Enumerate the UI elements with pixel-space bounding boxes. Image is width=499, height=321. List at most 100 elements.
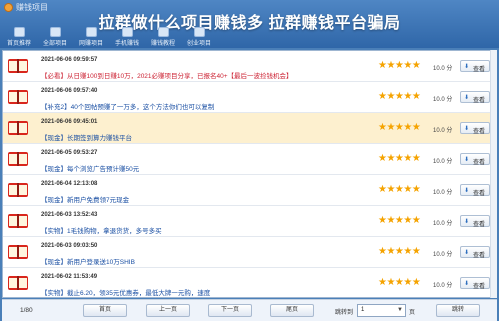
toolbar-label: 首页推荐 (6, 41, 31, 47)
item-date: 2021-06-04 12:13:08 (41, 181, 98, 187)
view-button[interactable]: ⬇ 查看 (460, 153, 490, 166)
item-title[interactable]: 【现金】长期签到算力赚钱平台 (41, 132, 132, 142)
view-button[interactable]: ⬇ 查看 (460, 215, 490, 228)
view-button-label: 查看 (473, 283, 486, 290)
toolbar-label: 全部项目 (42, 41, 67, 47)
page-select-value: 1 (361, 307, 365, 313)
toolbar-label: 赚钱教程 (150, 41, 175, 47)
toolbar: 首页推荐 全部项目 网赚项目 手机赚钱 赚钱教程 创业项目 (0, 26, 499, 48)
download-icon: ⬇ (464, 219, 470, 225)
rating-score: 10.0 分 (433, 97, 453, 103)
list-item[interactable]: 2021-06-05 09:53:27 【现金】每个浏览广告预计赚50元 ★★★… (3, 144, 496, 175)
item-date: 2021-06-06 09:45:01 (41, 119, 98, 125)
item-date: 2021-06-02 11:53:49 (41, 274, 98, 280)
toolbar-web-button[interactable]: 网赚项目 (76, 26, 106, 48)
chevron-down-icon: ▼ (397, 307, 403, 313)
book-icon (8, 214, 28, 228)
phone-icon (122, 27, 133, 37)
rating-stars: ★★★★★ (378, 277, 421, 288)
download-icon: ⬇ (464, 250, 470, 256)
item-title[interactable]: 【现金】每个浏览广告预计赚50元 (41, 163, 139, 173)
item-title[interactable]: 【现金】新用户免费领7元现金 (41, 194, 129, 204)
rating-stars: ★★★★★ (378, 184, 421, 195)
view-button-label: 查看 (473, 190, 486, 197)
page-unit: 页 (409, 310, 416, 316)
rating-stars: ★★★★★ (378, 91, 421, 102)
rating-score: 10.0 分 (433, 190, 453, 196)
prev-page-button[interactable]: 上一页 (146, 304, 190, 317)
toolbar-all-button[interactable]: 全部项目 (40, 26, 70, 48)
book-icon (8, 59, 28, 73)
next-page-button[interactable]: 下一页 (208, 304, 252, 317)
first-page-button[interactable]: 首页 (83, 304, 127, 317)
book-icon (8, 276, 28, 290)
pager: 1/80 首页 上一页 下一页 尾页 跳转到 1 ▼ 页 跳转 (2, 299, 497, 321)
page-select[interactable]: 1 ▼ (357, 304, 406, 317)
list-item[interactable]: 2021-06-06 09:45:01 【现金】长期签到算力赚钱平台 ★★★★★… (3, 113, 496, 144)
rating-stars: ★★★★★ (378, 122, 421, 133)
window-header: 赚钱项目 拉群做什么项目赚钱多 拉群赚钱平台骗局 首页推荐 全部项目 网赚项目 … (0, 0, 499, 48)
rating-score: 10.0 分 (433, 159, 453, 165)
book-icon (8, 152, 28, 166)
jump-label: 跳转到 (335, 310, 354, 316)
view-button[interactable]: ⬇ 查看 (460, 246, 490, 259)
download-icon: ⬇ (464, 281, 470, 287)
item-title[interactable]: 【现金】新用户登录送10万SHIB (41, 256, 135, 266)
book-icon (8, 90, 28, 104)
rating-stars: ★★★★★ (378, 246, 421, 257)
home-icon (14, 27, 25, 37)
list-item[interactable]: 2021-06-04 12:13:08 【现金】新用户免费领7元现金 ★★★★★… (3, 175, 496, 206)
view-button[interactable]: ⬇ 查看 (460, 277, 490, 290)
list-item[interactable]: 2021-06-06 09:59:57 【必看】从日赚100到日赚10万，202… (3, 51, 496, 82)
list-item[interactable]: 2021-06-02 11:53:49 【实物】截止6.20，领35元优惠券，最… (3, 268, 496, 297)
rating-stars: ★★★★★ (378, 153, 421, 164)
page-info: 1/80 (20, 307, 33, 314)
item-date: 2021-06-03 13:52:43 (41, 212, 98, 218)
rating-score: 10.0 分 (433, 221, 453, 227)
item-title[interactable]: 【实物】1毛钱购物，拿退货货，多号多买 (41, 225, 162, 235)
view-button-label: 查看 (473, 252, 486, 259)
toolbar-home-button[interactable]: 首页推荐 (4, 26, 34, 48)
view-button[interactable]: ⬇ 查看 (460, 122, 490, 135)
item-list: 2021-06-06 09:59:57 【必看】从日赚100到日赚10万，202… (2, 50, 497, 298)
rating-stars: ★★★★★ (378, 215, 421, 226)
download-icon: ⬇ (464, 126, 470, 132)
toolbar-tutorial-button[interactable]: 赚钱教程 (148, 26, 178, 48)
list-scrollbar[interactable] (490, 50, 497, 298)
view-button[interactable]: ⬇ 查看 (460, 60, 490, 73)
item-date: 2021-06-06 09:59:57 (41, 57, 98, 63)
list-item[interactable]: 2021-06-03 09:03:50 【现金】新用户登录送10万SHIB ★★… (3, 237, 496, 268)
list-item[interactable]: 2021-06-03 13:52:43 【实物】1毛钱购物，拿退货货，多号多买 … (3, 206, 496, 237)
globe-icon (86, 27, 97, 37)
book-icon (8, 183, 28, 197)
book-icon (158, 27, 169, 37)
item-date: 2021-06-05 09:53:27 (41, 150, 98, 156)
item-date: 2021-06-06 09:57:40 (41, 88, 98, 94)
rating-score: 10.0 分 (433, 66, 453, 72)
download-icon: ⬇ (464, 95, 470, 101)
rating-score: 10.0 分 (433, 252, 453, 258)
item-title[interactable]: 【补充2】40个回帖预赚了一万多，这个方法你们也可以复制 (41, 101, 214, 111)
toolbar-label: 网赚项目 (78, 41, 103, 47)
toolbar-startup-button[interactable]: 创业项目 (184, 26, 214, 48)
view-button[interactable]: ⬇ 查看 (460, 184, 490, 197)
item-title[interactable]: 【必看】从日赚100到日赚10万，2021必赚项目分享，已报名40+【最后一波捡… (41, 70, 293, 80)
jump-button[interactable]: 跳转 (436, 304, 480, 317)
last-page-button[interactable]: 尾页 (270, 304, 314, 317)
view-button[interactable]: ⬇ 查看 (460, 91, 490, 104)
view-button-label: 查看 (473, 159, 486, 166)
rocket-icon (194, 27, 205, 37)
rating-stars: ★★★★★ (378, 60, 421, 71)
rating-score: 10.0 分 (433, 283, 453, 289)
book-icon (8, 245, 28, 259)
toolbar-label: 创业项目 (186, 41, 211, 47)
toolbar-mobile-button[interactable]: 手机赚钱 (112, 26, 142, 48)
item-title[interactable]: 【实物】截止6.20，领35元优惠券，最低大牌一元购，速度 (41, 287, 210, 297)
rating-score: 10.0 分 (433, 128, 453, 134)
view-button-label: 查看 (473, 66, 486, 73)
view-button-label: 查看 (473, 97, 486, 104)
item-date: 2021-06-03 09:03:50 (41, 243, 98, 249)
list-item[interactable]: 2021-06-06 09:57:40 【补充2】40个回帖预赚了一万多，这个方… (3, 82, 496, 113)
view-button-label: 查看 (473, 221, 486, 228)
toolbar-label: 手机赚钱 (114, 41, 139, 47)
